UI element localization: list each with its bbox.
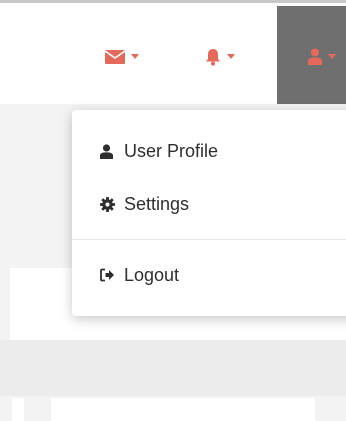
user-icon: [100, 143, 118, 159]
menu-item-label: Logout: [124, 264, 180, 285]
top-navbar: [0, 0, 346, 107]
menu-item-settings[interactable]: Settings: [72, 182, 346, 226]
messages-dropdown-toggle[interactable]: [92, 6, 152, 107]
logout-icon: [100, 268, 118, 282]
chevron-down-icon: [227, 54, 235, 59]
menu-item-logout[interactable]: Logout: [72, 253, 346, 297]
bell-icon: [205, 48, 221, 66]
chevron-down-icon: [131, 54, 139, 59]
chevron-down-icon: [328, 54, 336, 59]
menu-item-user-profile[interactable]: User Profile: [72, 129, 346, 173]
content-card-edge: [12, 398, 24, 421]
notifications-dropdown-toggle[interactable]: [190, 6, 250, 107]
gear-icon: [100, 196, 118, 212]
user-dropdown-menu: User Profile Settings Logout: [72, 110, 346, 316]
envelope-icon: [105, 49, 125, 64]
user-icon: [308, 48, 322, 65]
user-dropdown-toggle[interactable]: [277, 6, 346, 107]
menu-divider: [72, 239, 346, 240]
menu-item-label: User Profile: [124, 140, 219, 161]
content-card: [51, 398, 315, 421]
menu-item-label: Settings: [124, 193, 190, 214]
content-panel-lower: [0, 340, 346, 396]
